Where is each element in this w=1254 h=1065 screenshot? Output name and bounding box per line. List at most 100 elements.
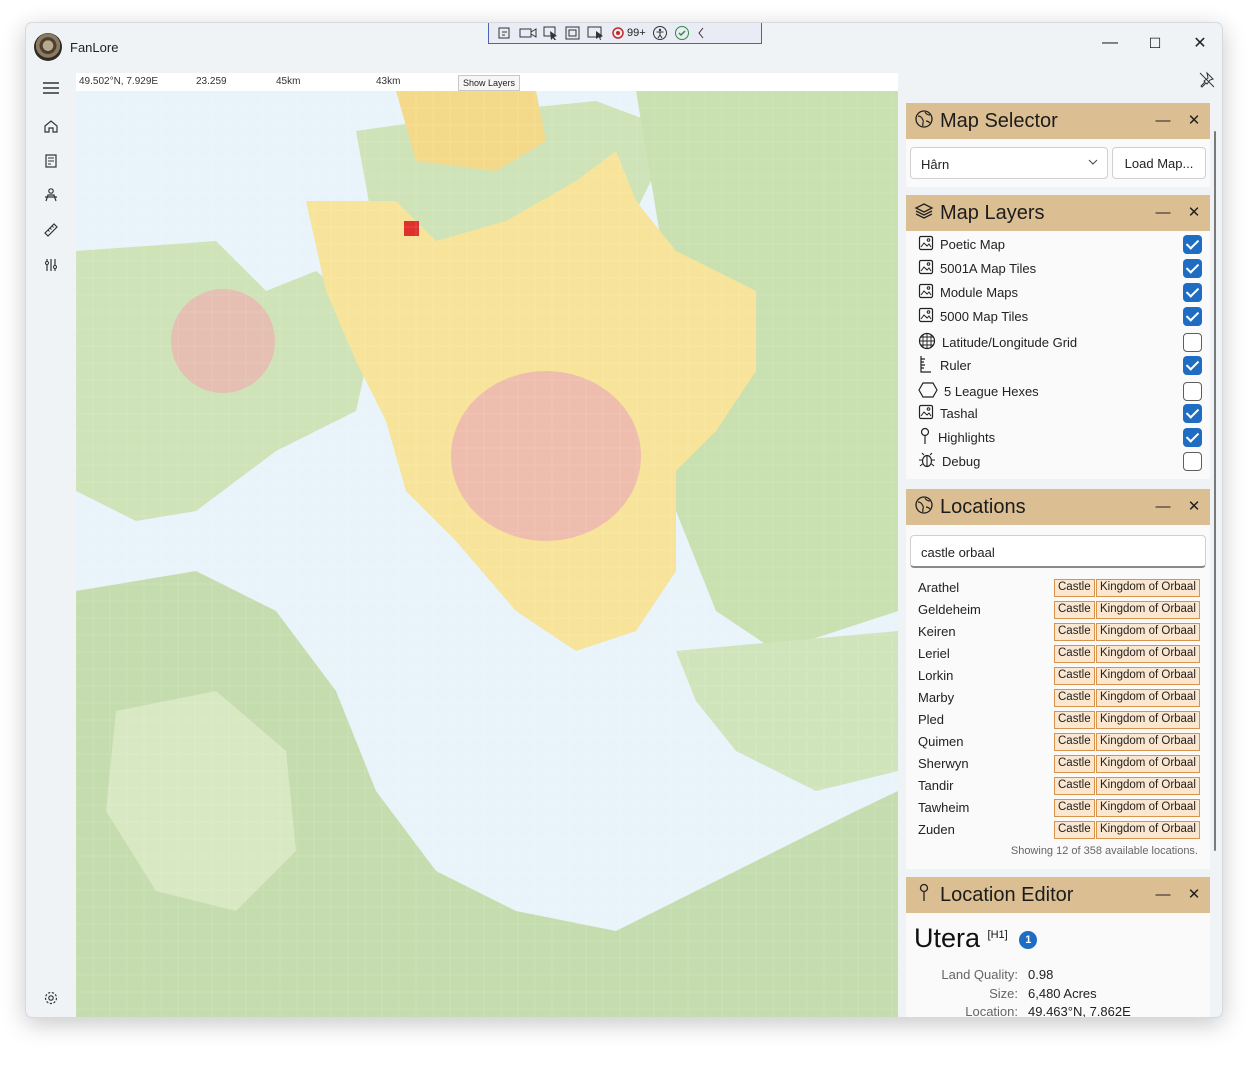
close-panel-button[interactable]: ✕ bbox=[1184, 496, 1204, 516]
close-panel-button[interactable]: ✕ bbox=[1184, 202, 1204, 222]
location-type-tag[interactable]: Castle bbox=[1054, 645, 1095, 663]
menu-icon[interactable] bbox=[40, 77, 62, 99]
location-row[interactable]: Arathel Castle Kingdom of Orbaal bbox=[918, 578, 1206, 598]
collapse-toolbar-icon[interactable] bbox=[696, 26, 706, 40]
layer-row[interactable]: Highlights bbox=[918, 426, 1206, 448]
minimize-panel-button[interactable]: — bbox=[1153, 202, 1173, 222]
location-realm-tag[interactable]: Kingdom of Orbaal bbox=[1096, 821, 1200, 839]
location-realm-tag[interactable]: Kingdom of Orbaal bbox=[1096, 799, 1200, 817]
layer-checkbox[interactable] bbox=[1183, 332, 1202, 352]
location-row[interactable]: Marby Castle Kingdom of Orbaal bbox=[918, 688, 1206, 708]
location-realm-tag[interactable]: Kingdom of Orbaal bbox=[1096, 667, 1200, 685]
minimize-panel-button[interactable]: — bbox=[1153, 884, 1173, 904]
location-realm-tag[interactable]: Kingdom of Orbaal bbox=[1096, 579, 1200, 597]
layer-checkbox[interactable] bbox=[1183, 355, 1202, 375]
layer-row[interactable]: 5 League Hexes bbox=[918, 380, 1206, 402]
location-realm-tag[interactable]: Kingdom of Orbaal bbox=[1096, 645, 1200, 663]
layer-row[interactable]: Poetic Map bbox=[918, 233, 1206, 255]
layer-row[interactable]: Module Maps bbox=[918, 281, 1206, 303]
location-type-tag[interactable]: Castle bbox=[1054, 821, 1095, 839]
show-layers-button[interactable]: Show Layers bbox=[458, 75, 521, 91]
location-realm-tag[interactable]: Kingdom of Orbaal bbox=[1096, 711, 1200, 729]
live-tree-icon[interactable] bbox=[497, 26, 513, 40]
location-type-tag[interactable]: Castle bbox=[1054, 667, 1095, 685]
location-row[interactable]: Tandir Castle Kingdom of Orbaal bbox=[918, 776, 1206, 796]
nav-rail bbox=[26, 69, 76, 1017]
layer-row[interactable]: Ruler bbox=[918, 354, 1206, 376]
distance-readout-1: 45km bbox=[276, 76, 301, 87]
layer-checkbox[interactable] bbox=[1183, 403, 1202, 423]
minimize-button[interactable]: — bbox=[1090, 29, 1130, 57]
close-button[interactable]: ✕ bbox=[1180, 29, 1220, 57]
location-row[interactable]: Lorkin Castle Kingdom of Orbaal bbox=[918, 666, 1206, 686]
layer-checkbox[interactable] bbox=[1183, 451, 1202, 471]
location-type-tag[interactable]: Castle bbox=[1054, 623, 1095, 641]
maximize-button[interactable]: ☐ bbox=[1135, 29, 1175, 57]
location-realm-tag[interactable]: Kingdom of Orbaal bbox=[1096, 623, 1200, 641]
layer-row[interactable]: 5001A Map Tiles bbox=[918, 257, 1206, 279]
title-bar[interactable]: FanLore 99+ — ☐ ✕ bbox=[26, 23, 1222, 69]
map-canvas[interactable] bbox=[76, 91, 898, 1017]
field-label: Location: bbox=[965, 1004, 1018, 1018]
layer-checkbox[interactable] bbox=[1183, 234, 1202, 254]
minimize-panel-button[interactable]: — bbox=[1153, 496, 1173, 516]
panel-scrollbar[interactable] bbox=[1214, 131, 1216, 851]
location-row[interactable]: Pled Castle Kingdom of Orbaal bbox=[918, 710, 1206, 730]
close-panel-button[interactable]: ✕ bbox=[1184, 110, 1204, 130]
home-icon[interactable] bbox=[40, 115, 62, 137]
check-ok-icon[interactable] bbox=[674, 25, 690, 41]
close-panel-button[interactable]: ✕ bbox=[1184, 884, 1204, 904]
location-search-input[interactable]: castle orbaal bbox=[910, 535, 1206, 568]
layer-checkbox[interactable] bbox=[1183, 427, 1202, 447]
info-icon[interactable]: 1 bbox=[1019, 930, 1038, 949]
location-editor-header: Location Editor — ✕ bbox=[906, 877, 1210, 913]
settings-icon[interactable] bbox=[40, 987, 62, 1009]
load-map-button[interactable]: Load Map... bbox=[1112, 147, 1206, 179]
character-icon[interactable] bbox=[40, 184, 62, 206]
layer-row[interactable]: Tashal bbox=[918, 402, 1206, 424]
location-row[interactable]: Sherwyn Castle Kingdom of Orbaal bbox=[918, 754, 1206, 774]
tools-icon[interactable] bbox=[40, 254, 62, 276]
location-name: Tandir bbox=[918, 778, 954, 793]
location-type-tag[interactable]: Castle bbox=[1054, 689, 1095, 707]
hot-reload-icon[interactable]: 99+ bbox=[611, 26, 646, 40]
location-realm-tag[interactable]: Kingdom of Orbaal bbox=[1096, 689, 1200, 707]
notes-icon[interactable] bbox=[40, 150, 62, 172]
layer-row[interactable]: Debug bbox=[918, 450, 1206, 472]
layer-row[interactable]: 5000 Map Tiles bbox=[918, 305, 1206, 327]
location-type-tag[interactable]: Castle bbox=[1054, 755, 1095, 773]
location-type-tag[interactable]: Castle bbox=[1054, 579, 1095, 597]
map-select-dropdown[interactable]: Hârn bbox=[910, 147, 1108, 179]
layer-row[interactable]: Latitude/Longitude Grid bbox=[918, 331, 1206, 353]
location-row[interactable]: Zuden Castle Kingdom of Orbaal bbox=[918, 820, 1206, 840]
ruler-icon[interactable] bbox=[40, 219, 62, 241]
layer-checkbox[interactable] bbox=[1183, 258, 1202, 278]
video-icon[interactable] bbox=[519, 26, 537, 40]
location-realm-tag[interactable]: Kingdom of Orbaal bbox=[1096, 777, 1200, 795]
layer-checkbox[interactable] bbox=[1183, 282, 1202, 302]
location-type-tag[interactable]: Castle bbox=[1054, 799, 1095, 817]
location-type-tag[interactable]: Castle bbox=[1054, 777, 1095, 795]
location-row[interactable]: Leriel Castle Kingdom of Orbaal bbox=[918, 644, 1206, 664]
display-layout-icon[interactable] bbox=[565, 26, 581, 40]
location-type-tag[interactable]: Castle bbox=[1054, 733, 1095, 751]
minimize-panel-button[interactable]: — bbox=[1153, 110, 1173, 130]
location-name: Lorkin bbox=[918, 668, 954, 683]
location-row[interactable]: Quimen Castle Kingdom of Orbaal bbox=[918, 732, 1206, 752]
location-type-tag[interactable]: Castle bbox=[1054, 711, 1095, 729]
location-row[interactable]: Keiren Castle Kingdom of Orbaal bbox=[918, 622, 1206, 642]
location-row[interactable]: Tawheim Castle Kingdom of Orbaal bbox=[918, 798, 1206, 818]
select-element-icon[interactable] bbox=[543, 26, 559, 40]
location-realm-tag[interactable]: Kingdom of Orbaal bbox=[1096, 601, 1200, 619]
map-view[interactable]: 49.502°N, 7.929E 23.259 45km 43km Show L… bbox=[76, 73, 898, 1017]
location-realm-tag[interactable]: Kingdom of Orbaal bbox=[1096, 755, 1200, 773]
track-focus-icon[interactable] bbox=[587, 26, 605, 40]
location-name: Marby bbox=[918, 690, 955, 705]
layer-checkbox[interactable] bbox=[1183, 306, 1202, 326]
accessibility-icon[interactable] bbox=[652, 25, 668, 41]
location-type-tag[interactable]: Castle bbox=[1054, 601, 1095, 619]
location-row[interactable]: Geldeheim Castle Kingdom of Orbaal bbox=[918, 600, 1206, 620]
field-label: Size: bbox=[989, 986, 1018, 1001]
layer-checkbox[interactable] bbox=[1183, 381, 1202, 401]
location-realm-tag[interactable]: Kingdom of Orbaal bbox=[1096, 733, 1200, 751]
